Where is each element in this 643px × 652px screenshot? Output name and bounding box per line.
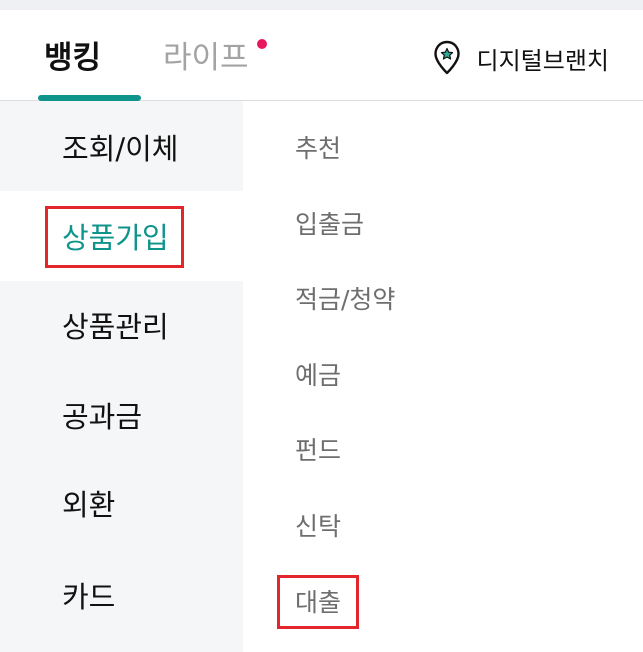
location-pin-star-icon	[433, 40, 460, 75]
submenu-item-fund[interactable]: 펀드	[295, 434, 341, 468]
digital-branch-label: 디지털브랜치	[476, 46, 609, 75]
submenu-item-recommended[interactable]: 추천	[295, 132, 341, 166]
tab-banking[interactable]: 뱅킹	[44, 38, 101, 78]
submenu-item-savings-subscription[interactable]: 적금/청약	[295, 283, 395, 317]
menu-item-foreign-exchange[interactable]: 외환	[0, 461, 243, 551]
menu-item-label: 카드	[62, 580, 116, 614]
menu-item-label: 상품관리	[62, 310, 169, 344]
highlight-box-loan	[277, 575, 359, 629]
submenu-item-trust[interactable]: 신탁	[295, 510, 341, 544]
highlight-box-product-signup	[45, 206, 184, 268]
menu-item-label: 외환	[62, 488, 116, 522]
menu-item-inquiry-transfer[interactable]: 조회/이체	[0, 101, 243, 191]
category-menu: 조회/이체 상품가입 상품관리 공과금 외환 카드	[0, 101, 243, 652]
new-badge-dot	[257, 39, 267, 49]
digital-branch-button[interactable]: 디지털브랜치	[433, 38, 609, 78]
submenu-item-deposit-withdrawal[interactable]: 입출금	[295, 208, 364, 242]
tab-life[interactable]: 라이프	[163, 38, 249, 78]
menu-item-product-management[interactable]: 상품관리	[0, 281, 243, 371]
menu-item-label: 공과금	[62, 400, 143, 434]
menu-item-card[interactable]: 카드	[0, 551, 243, 641]
top-navigation: 뱅킹 라이프 디지털브랜치	[0, 10, 643, 101]
menu-item-utility-bills[interactable]: 공과금	[0, 371, 243, 461]
menu-item-label: 조회/이체	[62, 132, 179, 166]
status-area	[0, 0, 643, 10]
submenu-item-deposit[interactable]: 예금	[295, 359, 341, 393]
